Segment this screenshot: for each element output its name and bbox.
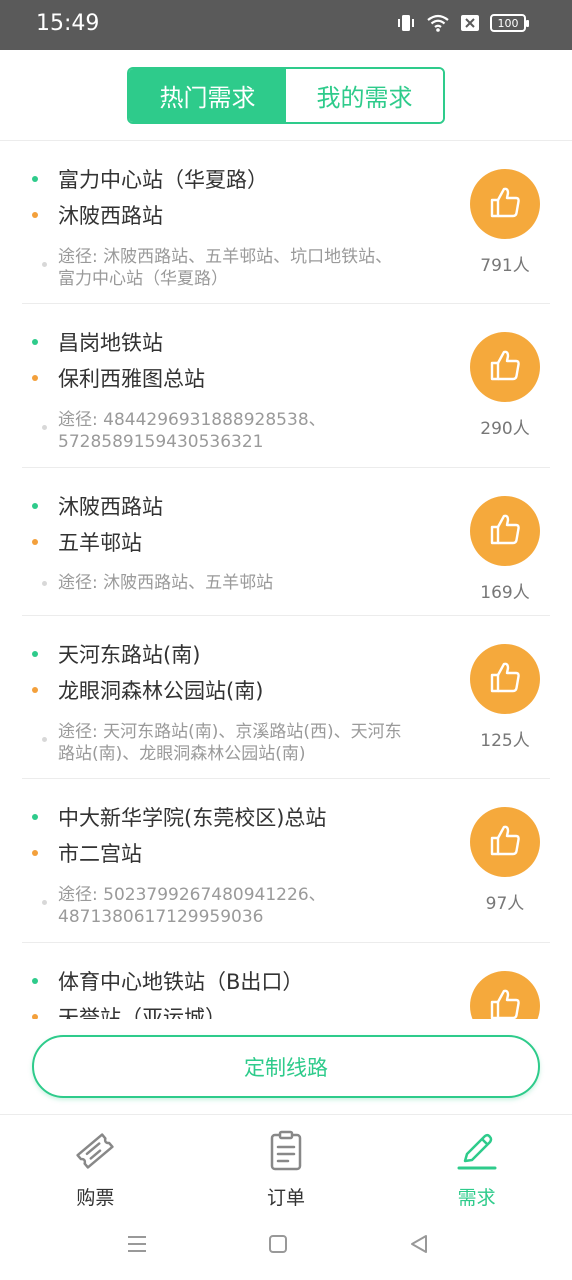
- tab-hot-demand[interactable]: 热门需求: [129, 69, 286, 122]
- tab-my-demand[interactable]: 我的需求: [286, 69, 443, 122]
- like-count: 791人: [480, 256, 530, 276]
- list-item[interactable]: 中大新华学院(东莞校区)总站 市二宫站 途径: 5023799267480941…: [22, 779, 550, 943]
- bottom-tab-bar: 购票 订单 需求: [0, 1114, 572, 1211]
- via-text: 途径: 沐陂西路站、五羊邨站、坑口地铁站、 富力中心站（华夏路）: [58, 246, 448, 290]
- sim-x-icon: [460, 14, 480, 32]
- like-button[interactable]: [470, 332, 540, 402]
- via-text: 途径: 5023799267480941226、 487138061712995…: [58, 884, 448, 928]
- end-dot: [32, 375, 38, 381]
- via-dot: [42, 581, 47, 586]
- back-icon[interactable]: [408, 1233, 430, 1259]
- start-dot: [32, 978, 38, 984]
- tab-buy-ticket[interactable]: 购票: [0, 1115, 191, 1211]
- thumbs-up-icon: [486, 510, 524, 552]
- tab-demand[interactable]: 需求: [381, 1115, 572, 1211]
- via-text: 途径: 沐陂西路站、五羊邨站: [58, 572, 448, 594]
- via-line-1: 途径: 沐陂西路站、五羊邨站: [58, 573, 274, 593]
- start-station: 昌岗地铁站: [58, 331, 163, 355]
- battery-icon: 100: [490, 14, 529, 32]
- end-dot: [32, 539, 38, 545]
- menu-icon[interactable]: [126, 1233, 148, 1259]
- via-line-2: 4871380617129959036: [58, 907, 264, 927]
- wifi-icon: [426, 13, 450, 33]
- like-count: 169人: [480, 583, 530, 603]
- end-station: 市二宫站: [58, 842, 142, 866]
- end-station: 龙眼洞森林公园站(南): [58, 679, 264, 703]
- end-dot: [32, 1014, 38, 1019]
- end-dot: [32, 850, 38, 856]
- status-icons: 100: [396, 13, 529, 33]
- header: 热门需求 我的需求: [0, 50, 572, 141]
- thumbs-up-icon: [486, 658, 524, 700]
- status-bar: 15:49 100: [0, 0, 572, 50]
- pen-icon: [455, 1129, 499, 1177]
- end-station: 沐陂西路站: [58, 204, 163, 228]
- like-count: 125人: [480, 731, 530, 751]
- via-line-1: 途径: 5023799267480941226、: [58, 885, 326, 905]
- tab-label-buy: 购票: [76, 1187, 115, 1209]
- list-item[interactable]: 昌岗地铁站 保利西雅图总站 途径: 4844296931888928538、 5…: [22, 304, 550, 468]
- thumbs-up-icon: [486, 985, 524, 1019]
- list-item[interactable]: 体育中心地铁站（B出口） 天誉站（亚运城）: [22, 943, 550, 1019]
- start-station: 中大新华学院(东莞校区)总站: [58, 806, 327, 830]
- tab-label-demand: 需求: [457, 1187, 496, 1209]
- like-button[interactable]: [470, 644, 540, 714]
- list-item[interactable]: 富力中心站（华夏路） 沐陂西路站 途径: 沐陂西路站、五羊邨站、坑口地铁站、 富…: [22, 141, 550, 304]
- start-dot: [32, 651, 38, 657]
- start-station: 天河东路站(南): [58, 643, 201, 667]
- like-button[interactable]: [470, 496, 540, 566]
- via-line-2: 路站(南)、龙眼洞森林公园站(南): [58, 744, 306, 764]
- start-station: 富力中心站（华夏路）: [58, 168, 268, 192]
- segment-control: 热门需求 我的需求: [127, 67, 445, 124]
- custom-route-button[interactable]: 定制线路: [32, 1035, 540, 1098]
- via-line-1: 途径: 沐陂西路站、五羊邨站、坑口地铁站、: [58, 247, 393, 267]
- like-count: 290人: [480, 419, 530, 439]
- end-station: 天誉站（亚运城）: [58, 1006, 226, 1019]
- thumbs-up-icon: [486, 821, 524, 863]
- start-station: 体育中心地铁站（B出口）: [58, 970, 304, 994]
- like-button[interactable]: [470, 971, 540, 1019]
- battery-level: 100: [497, 16, 519, 30]
- list-item[interactable]: 沐陂西路站 五羊邨站 途径: 沐陂西路站、五羊邨站 169人: [22, 468, 550, 616]
- start-station: 沐陂西路站: [58, 495, 163, 519]
- via-dot: [42, 900, 47, 905]
- via-text: 途径: 4844296931888928538、 572858915943053…: [58, 409, 448, 453]
- via-line-2: 富力中心站（华夏路）: [58, 269, 228, 289]
- tab-label-orders: 订单: [267, 1187, 306, 1209]
- via-dot: [42, 737, 47, 742]
- vibrate-icon: [396, 13, 416, 33]
- start-dot: [32, 339, 38, 345]
- via-dot: [42, 425, 47, 430]
- start-dot: [32, 814, 38, 820]
- tab-orders[interactable]: 订单: [191, 1115, 382, 1211]
- list-item[interactable]: 天河东路站(南) 龙眼洞森林公园站(南) 途径: 天河东路站(南)、京溪路站(西…: [22, 616, 550, 779]
- end-station: 五羊邨站: [58, 531, 142, 555]
- via-line-1: 途径: 天河东路站(南)、京溪路站(西)、天河东: [58, 722, 402, 742]
- demand-list[interactable]: 富力中心站（华夏路） 沐陂西路站 途径: 沐陂西路站、五羊邨站、坑口地铁站、 富…: [0, 141, 572, 1019]
- like-count: 97人: [485, 894, 525, 914]
- thumbs-up-icon: [486, 183, 524, 225]
- ticket-icon: [73, 1129, 117, 1177]
- end-dot: [32, 212, 38, 218]
- status-time: 15:49: [36, 11, 100, 36]
- start-dot: [32, 176, 38, 182]
- clipboard-icon: [264, 1129, 308, 1177]
- via-text: 途径: 天河东路站(南)、京溪路站(西)、天河东 路站(南)、龙眼洞森林公园站(…: [58, 721, 448, 765]
- like-button[interactable]: [470, 807, 540, 877]
- via-line-1: 途径: 4844296931888928538、: [58, 410, 326, 430]
- like-button[interactable]: [470, 169, 540, 239]
- thumbs-up-icon: [486, 346, 524, 388]
- via-dot: [42, 262, 47, 267]
- system-nav-bar: [0, 1211, 572, 1280]
- end-station: 保利西雅图总站: [58, 367, 205, 391]
- home-icon[interactable]: [267, 1233, 289, 1259]
- end-dot: [32, 687, 38, 693]
- via-line-2: 5728589159430536321: [58, 432, 264, 452]
- start-dot: [32, 503, 38, 509]
